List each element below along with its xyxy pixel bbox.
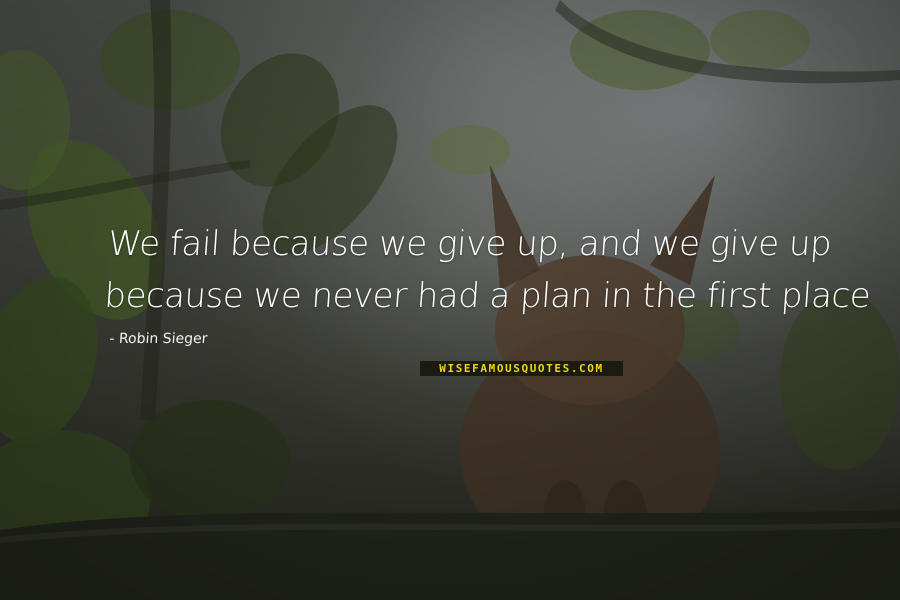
- quote-image: We fail because we give up, and we give …: [0, 0, 900, 600]
- site-watermark: WISEFAMOUSQUOTES.COM: [420, 361, 623, 376]
- quote-author: - Robin Sieger: [108, 331, 208, 347]
- quote-text: We fail because we give up, and we give …: [103, 218, 872, 322]
- quote-line-2: because we never had a plan in the first…: [103, 276, 872, 316]
- quote-line-1: We fail because we give up, and we give …: [106, 224, 833, 264]
